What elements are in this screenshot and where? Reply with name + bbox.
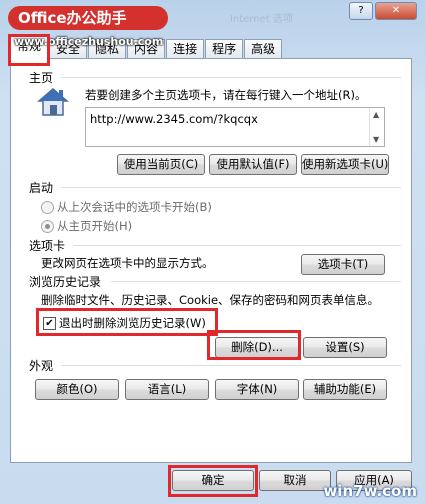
use-new-tab-button[interactable]: 使用新选项卡(U) [301,154,389,175]
site-watermark-bottom: win7w.com [323,482,417,500]
history-group-title: 浏览历史记录 [29,275,102,289]
appearance-group-title: 外观 [29,359,54,373]
home-url-input[interactable]: http://www.2345.com/?kqcqx ▲ ▼ [85,107,385,147]
radio-home-page[interactable] [41,220,54,233]
delete-history-button[interactable]: 删除(D)... [215,337,299,358]
radio-last-session-label: 从上次会话中的选项卡开始(B) [57,200,212,214]
office-watermark-badge: Office办公助手 [8,6,168,30]
tabs-group-title: 选项卡 [29,239,66,253]
help-button[interactable]: ? [349,2,373,20]
window-controls: ? ✕ [349,2,417,20]
languages-button[interactable]: 语言(L) [125,379,209,400]
history-settings-button[interactable]: 设置(S) [303,337,387,358]
startup-group-title: 启动 [29,181,54,195]
accessibility-button[interactable]: 辅助功能(E) [303,379,387,400]
delete-on-exit-label: 退出时删除浏览历史记录(W) [59,316,206,330]
colors-button[interactable]: 颜色(O) [35,379,119,400]
tabs-settings-button[interactable]: 选项卡(T) [301,254,385,275]
dialog-window: Office办公助手 Internet 选项 ? ✕ www.officezhu… [0,0,425,504]
tab-connections[interactable]: 连接 [166,39,205,59]
history-description: 删除临时文件、历史记录、Cookie、保存的密码和网页表单信息。 [41,293,380,307]
delete-on-exit-checkbox[interactable]: ✔ [43,317,56,330]
tabs-description: 更改网页在选项卡中的显示方式。 [41,256,214,270]
tab-advanced[interactable]: 高级 [244,39,283,59]
fonts-button[interactable]: 字体(N) [215,379,299,400]
divider [73,245,401,246]
divider [61,77,401,78]
window-title: Internet 选项 [230,14,293,25]
house-icon [36,87,70,117]
use-default-button[interactable]: 使用默认值(F) [209,154,297,175]
use-current-button[interactable]: 使用当前页(C) [117,154,205,175]
scroll-down-icon[interactable]: ▼ [373,135,379,144]
home-url-value: http://www.2345.com/?kqcqx [90,112,258,126]
radio-last-session[interactable] [41,201,54,214]
title-bar: Office办公助手 Internet 选项 ? ✕ [0,0,425,34]
site-watermark: www.officezhushou.com [14,35,164,48]
divider [111,281,401,282]
divider [61,187,401,188]
url-scrollbar[interactable]: ▲ ▼ [369,108,384,146]
ok-button[interactable]: 确定 [172,470,254,491]
tab-programs[interactable]: 程序 [205,39,244,59]
general-panel: 主页 若要创建多个主页选项卡，请在每行键入一个地址(R)。 http://www… [10,58,412,463]
divider [61,365,401,366]
radio-home-page-label: 从主页开始(H) [57,219,133,233]
close-button[interactable]: ✕ [375,2,417,20]
cancel-button[interactable]: 取消 [259,470,331,491]
home-group-title: 主页 [29,71,54,85]
home-description: 若要创建多个主页选项卡，请在每行键入一个地址(R)。 [85,88,367,102]
scroll-up-icon[interactable]: ▲ [373,110,379,119]
